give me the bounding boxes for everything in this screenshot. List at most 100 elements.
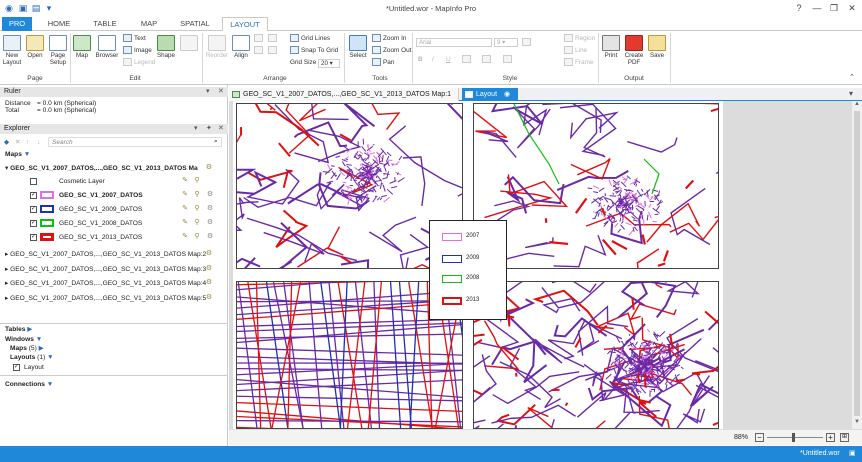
tab-home[interactable]: HOME	[40, 17, 78, 31]
panel-menu-icon[interactable]: ▾	[206, 87, 210, 97]
layer-visibility-checkbox[interactable]: ✓	[30, 220, 37, 227]
selectable-icon[interactable]: ⚲	[193, 205, 201, 213]
map-window-icon[interactable]: ⚙	[205, 279, 213, 287]
maps-header[interactable]: Maps ▼	[5, 150, 30, 159]
map-window-icon[interactable]: ⚙	[205, 265, 213, 273]
font-grow-button[interactable]	[522, 38, 533, 48]
label-icon[interactable]: ⚙	[206, 219, 214, 227]
zoom-in-icon[interactable]: +	[826, 433, 835, 442]
region-style-button[interactable]: Region	[564, 34, 595, 44]
remove-icon[interactable]: ✕	[15, 138, 21, 147]
doc-tab-map1[interactable]: GEO_SC_V1_2007_DATOS,...,GEO_SC_V1_2013_…	[229, 88, 459, 101]
scroll-thumb[interactable]	[854, 111, 860, 416]
reshape-button[interactable]	[179, 35, 199, 52]
map-frame-4[interactable]	[473, 281, 719, 429]
help-button[interactable]: ?	[792, 2, 806, 14]
legend-button[interactable]: Legend	[123, 58, 155, 68]
tab-layout[interactable]: LAYOUT	[222, 17, 268, 32]
scroll-down-icon[interactable]: ▼	[854, 419, 860, 425]
frame-style-button[interactable]: Frame	[564, 58, 593, 68]
restore-button[interactable]: ❐	[827, 2, 841, 14]
layout-window-item[interactable]: Layout	[24, 363, 44, 372]
label-icon[interactable]: ⚙	[206, 191, 214, 199]
panel-menu-icon[interactable]: ▾	[194, 124, 198, 134]
grid-lines-button[interactable]: Grid Lines	[290, 34, 330, 44]
connections-header[interactable]: Connections ▼	[5, 380, 53, 389]
layer-visibility-checkbox[interactable]: ✓	[30, 192, 37, 199]
map-window-icon[interactable]: ⚙	[205, 250, 213, 258]
justify-button[interactable]	[482, 55, 493, 65]
grid-size-select[interactable]: 20 ▾	[318, 59, 340, 68]
bold-button[interactable]: B	[418, 55, 423, 65]
select-tool-button[interactable]: Select	[347, 35, 369, 59]
tab-close-icon[interactable]: ◉	[504, 91, 510, 98]
label-icon[interactable]: ⚙	[206, 233, 214, 241]
map-window-icon[interactable]: ⚙	[205, 164, 213, 172]
zoom-slider-track[interactable]	[767, 437, 823, 438]
snap-to-grid-button[interactable]: Snap To Grid	[290, 46, 338, 56]
add-icon[interactable]: ◆	[4, 138, 9, 147]
align-center-button[interactable]	[268, 34, 279, 44]
zoom-out-icon[interactable]: −	[755, 433, 764, 442]
tab-table[interactable]: TABLE	[86, 17, 124, 31]
windows-maps-item[interactable]: Maps (5) ▶	[10, 344, 44, 353]
image-button[interactable]: Image	[123, 46, 152, 56]
close-button[interactable]: ✕	[845, 2, 859, 14]
map-group-2[interactable]: ▸ GEO_SC_V1_2007_DATOS,...,GEO_SC_V1_201…	[5, 250, 206, 259]
windows-layouts-item[interactable]: Layouts (1) ▼	[10, 353, 54, 362]
panel-close-icon[interactable]: ✕	[218, 87, 224, 97]
browser-frame-button[interactable]: Browser	[94, 35, 120, 59]
search-icon[interactable]: ⌕	[214, 137, 218, 146]
italic-button[interactable]: I	[432, 55, 434, 65]
panel-close-icon[interactable]: ✕	[218, 124, 224, 134]
layout-window-checkbox[interactable]: ✓	[13, 364, 20, 371]
scroll-up-icon[interactable]: ▲	[854, 101, 860, 107]
minimize-button[interactable]: —	[810, 2, 824, 14]
legend-frame[interactable]: 2007 2009 2008 2013	[429, 220, 507, 320]
font-size-select[interactable]: 9 ▾	[494, 38, 518, 47]
print-button[interactable]: Print	[601, 35, 621, 59]
map-group-4[interactable]: ▸ GEO_SC_V1_2007_DATOS,...,GEO_SC_V1_201…	[5, 279, 206, 288]
map-frame-2[interactable]	[473, 103, 719, 269]
search-input[interactable]: Search	[48, 137, 222, 147]
tab-pro[interactable]: PRO	[2, 17, 32, 31]
selectable-icon[interactable]: ⚲	[193, 219, 201, 227]
pan-button[interactable]: Pan	[372, 58, 394, 68]
down-icon[interactable]: ↓	[37, 138, 40, 147]
text-color-button[interactable]	[462, 55, 473, 65]
underline-button[interactable]: U	[446, 55, 451, 65]
font-select[interactable]: Arial	[416, 38, 492, 47]
size-button[interactable]	[268, 46, 279, 56]
map-group-3[interactable]: ▸ GEO_SC_V1_2007_DATOS,...,GEO_SC_V1_201…	[5, 265, 206, 274]
ribbon-collapse-icon[interactable]: ⌃	[849, 73, 855, 83]
selectable-icon[interactable]: ⚲	[193, 233, 201, 241]
map-group-5[interactable]: ▸ GEO_SC_V1_2007_DATOS,...,GEO_SC_V1_201…	[5, 294, 206, 303]
tab-spatial[interactable]: SPATIAL	[174, 17, 216, 31]
open-button[interactable]: Open	[25, 35, 45, 59]
shape-button[interactable]: Shape	[155, 35, 177, 59]
layer-visibility-checkbox[interactable]	[30, 178, 37, 185]
align-left-button[interactable]	[254, 34, 265, 44]
zoom-out-button[interactable]: Zoom Out	[372, 46, 411, 56]
tables-header[interactable]: Tables ▶	[5, 325, 32, 334]
layer-style-swatch[interactable]	[40, 191, 54, 199]
label-icon[interactable]: ⚙	[206, 205, 214, 213]
create-pdf-button[interactable]: Create PDF	[623, 35, 645, 66]
panel-pin-icon[interactable]: ✦	[206, 124, 212, 134]
edit-pencil-icon[interactable]: ✎	[181, 205, 189, 213]
map-group-1[interactable]: ▾ GEO_SC_V1_2007_DATOS,...,GEO_SC_V1_201…	[5, 164, 198, 173]
map-frame-button[interactable]: Map	[72, 35, 92, 59]
doc-tab-layout[interactable]: Layout ◉	[462, 88, 518, 101]
edit-pencil-icon[interactable]: ✎	[181, 233, 189, 241]
edit-pencil-icon[interactable]: ✎	[181, 219, 189, 227]
new-layout-button[interactable]: New Layout	[2, 35, 22, 66]
layer-style-swatch[interactable]	[40, 205, 54, 213]
vertical-scrollbar[interactable]: ▲ ▼	[851, 101, 862, 429]
windows-header[interactable]: Windows ▼	[5, 335, 42, 344]
zoom-slider-handle[interactable]	[792, 433, 795, 442]
reorder-button[interactable]: Reorder	[205, 35, 229, 59]
spacing-button[interactable]	[503, 55, 514, 65]
zoom-in-button[interactable]: Zoom In	[372, 34, 406, 44]
layer-style-swatch[interactable]	[40, 233, 54, 241]
line-style-button[interactable]: Line	[564, 46, 587, 56]
